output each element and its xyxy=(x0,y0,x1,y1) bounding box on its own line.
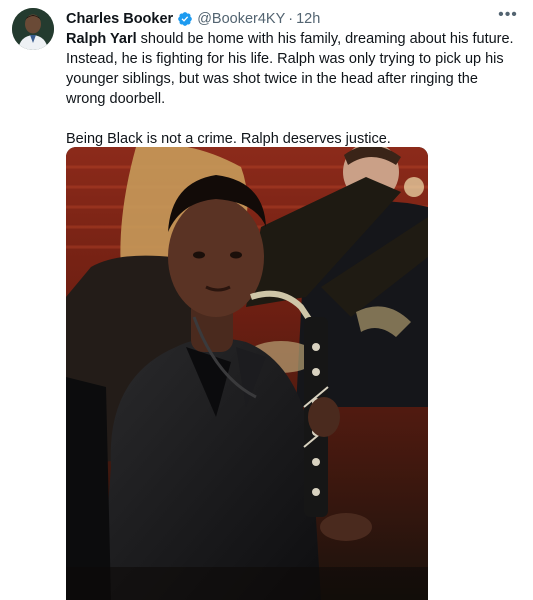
avatar[interactable] xyxy=(12,8,54,50)
tweet-photo[interactable] xyxy=(66,147,428,600)
separator-dot: · xyxy=(288,11,294,27)
tweet-paragraph-1: Ralph Yarl should be home with his famil… xyxy=(66,29,518,109)
photo-student-with-bass-clarinet-icon xyxy=(66,147,428,600)
tweet[interactable]: Charles Booker @Booker4KY · 12h ••• Ralp… xyxy=(0,0,533,600)
display-name[interactable]: Charles Booker xyxy=(66,11,173,27)
mentioned-name: Ralph Yarl xyxy=(66,31,137,47)
tweet-header: Charles Booker @Booker4KY · 12h xyxy=(66,9,521,29)
more-horizontal-icon[interactable]: ••• xyxy=(497,7,519,26)
avatar-photo xyxy=(12,8,54,50)
tweet-text: Ralph Yarl should be home with his famil… xyxy=(66,29,518,149)
tweet-paragraph-2: Being Black is not a crime. Ralph deserv… xyxy=(66,131,391,147)
tweet-timestamp[interactable]: 12h xyxy=(296,11,320,27)
author-handle[interactable]: @Booker4KY xyxy=(197,11,285,27)
verified-badge-icon xyxy=(177,11,193,27)
